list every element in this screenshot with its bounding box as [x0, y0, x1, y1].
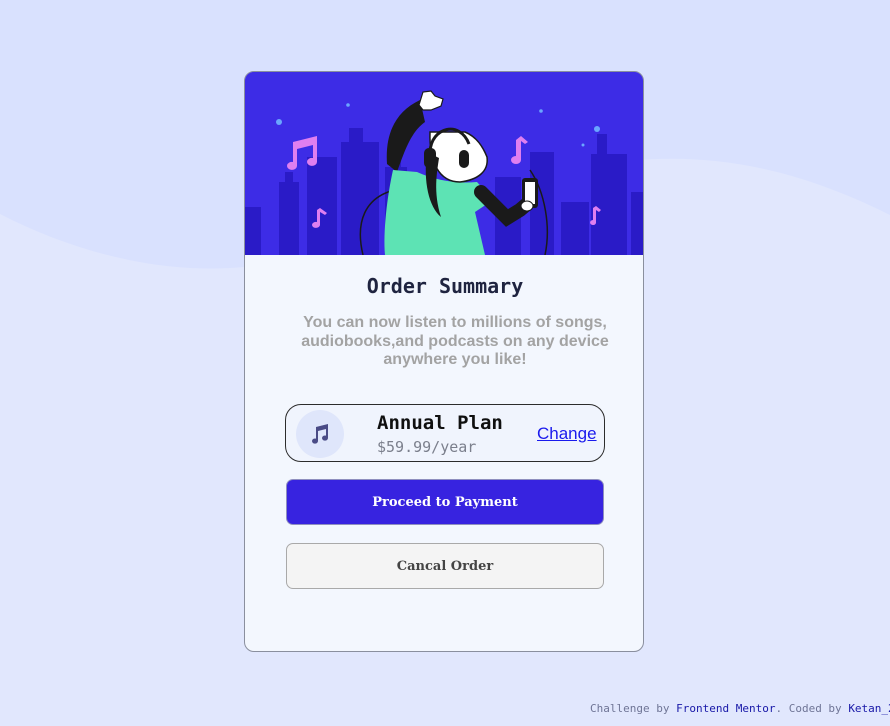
order-summary-card: Order Summary You can now listen to mill…: [244, 71, 644, 652]
proceed-to-payment-button[interactable]: Proceed to Payment: [286, 479, 604, 525]
change-plan-link[interactable]: Change: [537, 424, 597, 444]
author-link[interactable]: Ketan_2000: [848, 702, 890, 715]
cancel-order-button[interactable]: Cancal Order: [286, 543, 604, 589]
description-text: You can now listen to millions of songs,…: [301, 314, 609, 368]
plan-price: $59.99/year: [377, 438, 477, 456]
plan-summary: Annual Plan $59.99/year Change: [285, 404, 605, 462]
attribution-middle: . Coded by: [775, 702, 842, 715]
plan-name: Annual Plan: [377, 412, 503, 434]
attribution: Challenge by Frontend Mentor. Coded by K…: [590, 702, 890, 715]
frontend-mentor-link[interactable]: Frontend Mentor: [676, 702, 775, 715]
hero-illustration: [245, 72, 643, 255]
music-note-icon: [296, 410, 344, 458]
page-title: Order Summary: [366, 274, 524, 298]
attribution-prefix: Challenge by: [590, 702, 670, 715]
